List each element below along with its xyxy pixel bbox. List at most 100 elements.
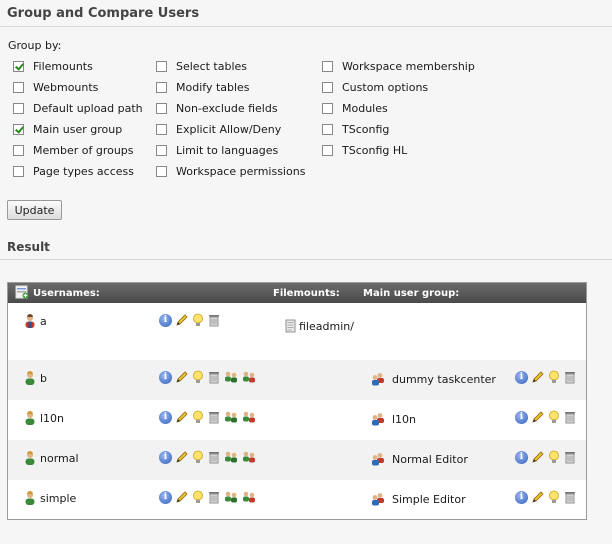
checkbox-tsconfig[interactable]: [322, 123, 333, 135]
option-page-types-access[interactable]: Page types access: [13, 163, 134, 179]
user-cell: normal: [22, 450, 79, 466]
info-icon[interactable]: i: [159, 451, 172, 464]
checkbox-page-types-access[interactable]: [13, 165, 24, 177]
user-actions: i: [158, 313, 223, 327]
switch-user-icon[interactable]: [223, 370, 239, 384]
checkbox-webmounts[interactable]: [13, 81, 24, 93]
option-webmounts[interactable]: Webmounts: [13, 79, 98, 95]
checkbox-main-user-group[interactable]: [13, 123, 24, 135]
lightbulb-icon[interactable]: [547, 370, 561, 384]
lightbulb-icon[interactable]: [547, 490, 561, 504]
info-icon[interactable]: i: [159, 371, 172, 384]
checkbox-modules[interactable]: [322, 102, 333, 114]
checkbox-select-tables[interactable]: [156, 60, 167, 72]
checkbox-limit-to-languages[interactable]: [156, 144, 167, 156]
lightbulb-icon[interactable]: [191, 370, 205, 384]
option-label: Default upload path: [33, 101, 143, 115]
switch-user-icon[interactable]: [223, 410, 239, 424]
switch-user-icon[interactable]: [223, 450, 239, 464]
pencil-icon[interactable]: [531, 370, 545, 384]
switch-user-back-icon[interactable]: [241, 490, 257, 504]
admin-user-icon[interactable]: [22, 313, 38, 329]
option-custom-options[interactable]: Custom options: [322, 79, 428, 95]
user-icon[interactable]: [22, 370, 38, 386]
pencil-icon[interactable]: [531, 490, 545, 504]
pencil-icon[interactable]: [531, 410, 545, 424]
option-select-tables[interactable]: Select tables: [156, 58, 247, 74]
checkbox-tsconfig-hl[interactable]: [322, 144, 333, 156]
option-tsconfig-hl[interactable]: TSconfig HL: [322, 142, 407, 158]
checkbox-workspace-permissions[interactable]: [156, 165, 167, 177]
checkbox-filemounts[interactable]: [13, 60, 24, 72]
checkbox-member-of-groups[interactable]: [13, 144, 24, 156]
group-icon[interactable]: [370, 452, 386, 466]
trash-icon[interactable]: [207, 370, 221, 384]
option-filemounts[interactable]: Filemounts: [13, 58, 93, 74]
option-member-of-groups[interactable]: Member of groups: [13, 142, 134, 158]
trash-icon[interactable]: [207, 450, 221, 464]
option-non-exclude-fields[interactable]: Non-exclude fields: [156, 100, 278, 116]
lightbulb-icon[interactable]: [547, 450, 561, 464]
username: simple: [40, 491, 77, 505]
checkbox-explicit-allow-deny[interactable]: [156, 123, 167, 135]
option-label: Limit to languages: [176, 143, 279, 157]
update-button[interactable]: Update: [7, 200, 62, 220]
info-icon[interactable]: i: [159, 491, 172, 504]
trash-icon[interactable]: [563, 490, 577, 504]
info-icon[interactable]: i: [159, 411, 172, 424]
filemount-icon: [285, 319, 296, 333]
option-tsconfig[interactable]: TSconfig: [322, 121, 389, 137]
trash-icon[interactable]: [563, 410, 577, 424]
user-icon[interactable]: [22, 450, 38, 466]
checkbox-default-upload-path[interactable]: [13, 102, 24, 114]
option-default-upload-path[interactable]: Default upload path: [13, 100, 143, 116]
group-icon[interactable]: [370, 492, 386, 506]
user-icon[interactable]: [22, 490, 38, 506]
group-name: Normal Editor: [392, 452, 468, 466]
pencil-icon[interactable]: [175, 410, 189, 424]
checkbox-non-exclude-fields[interactable]: [156, 102, 167, 114]
trash-icon[interactable]: [207, 410, 221, 424]
pencil-icon[interactable]: [531, 450, 545, 464]
group-icon[interactable]: [370, 372, 386, 386]
option-modify-tables[interactable]: Modify tables: [156, 79, 250, 95]
main-group-cell: Simple Editor: [370, 492, 466, 506]
pencil-icon[interactable]: [175, 313, 189, 327]
group-icon[interactable]: [370, 412, 386, 426]
user-icon[interactable]: [22, 410, 38, 426]
switch-user-icon[interactable]: [223, 490, 239, 504]
option-workspace-membership[interactable]: Workspace membership: [322, 58, 475, 74]
trash-icon[interactable]: [207, 490, 221, 504]
new-record-icon[interactable]: [15, 285, 29, 302]
option-limit-to-languages[interactable]: Limit to languages: [156, 142, 278, 158]
switch-user-back-icon[interactable]: [241, 370, 257, 384]
lightbulb-icon[interactable]: [547, 410, 561, 424]
trash-icon[interactable]: [563, 450, 577, 464]
info-icon[interactable]: i: [515, 371, 528, 384]
option-main-user-group[interactable]: Main user group: [13, 121, 122, 137]
lightbulb-icon[interactable]: [191, 490, 205, 504]
option-workspace-permissions[interactable]: Workspace permissions: [156, 163, 305, 179]
option-explicit-allow-deny[interactable]: Explicit Allow/Deny: [156, 121, 281, 137]
user-actions: i: [158, 450, 259, 464]
info-icon[interactable]: i: [515, 411, 528, 424]
switch-user-back-icon[interactable]: [241, 450, 257, 464]
switch-user-back-icon[interactable]: [241, 410, 257, 424]
option-modules[interactable]: Modules: [322, 100, 388, 116]
checkbox-modify-tables[interactable]: [156, 81, 167, 93]
result-title: Result: [7, 240, 50, 254]
pencil-icon[interactable]: [175, 490, 189, 504]
lightbulb-icon[interactable]: [191, 313, 205, 327]
lightbulb-icon[interactable]: [191, 410, 205, 424]
lightbulb-icon[interactable]: [191, 450, 205, 464]
trash-icon[interactable]: [563, 370, 577, 384]
info-icon[interactable]: i: [159, 314, 172, 327]
info-icon[interactable]: i: [515, 451, 528, 464]
checkbox-custom-options[interactable]: [322, 81, 333, 93]
info-icon[interactable]: i: [515, 491, 528, 504]
checkbox-workspace-membership[interactable]: [322, 60, 333, 72]
pencil-icon[interactable]: [175, 370, 189, 384]
trash-icon[interactable]: [207, 313, 221, 327]
pencil-icon[interactable]: [175, 450, 189, 464]
col-main-user-group: Main user group:: [363, 288, 460, 299]
